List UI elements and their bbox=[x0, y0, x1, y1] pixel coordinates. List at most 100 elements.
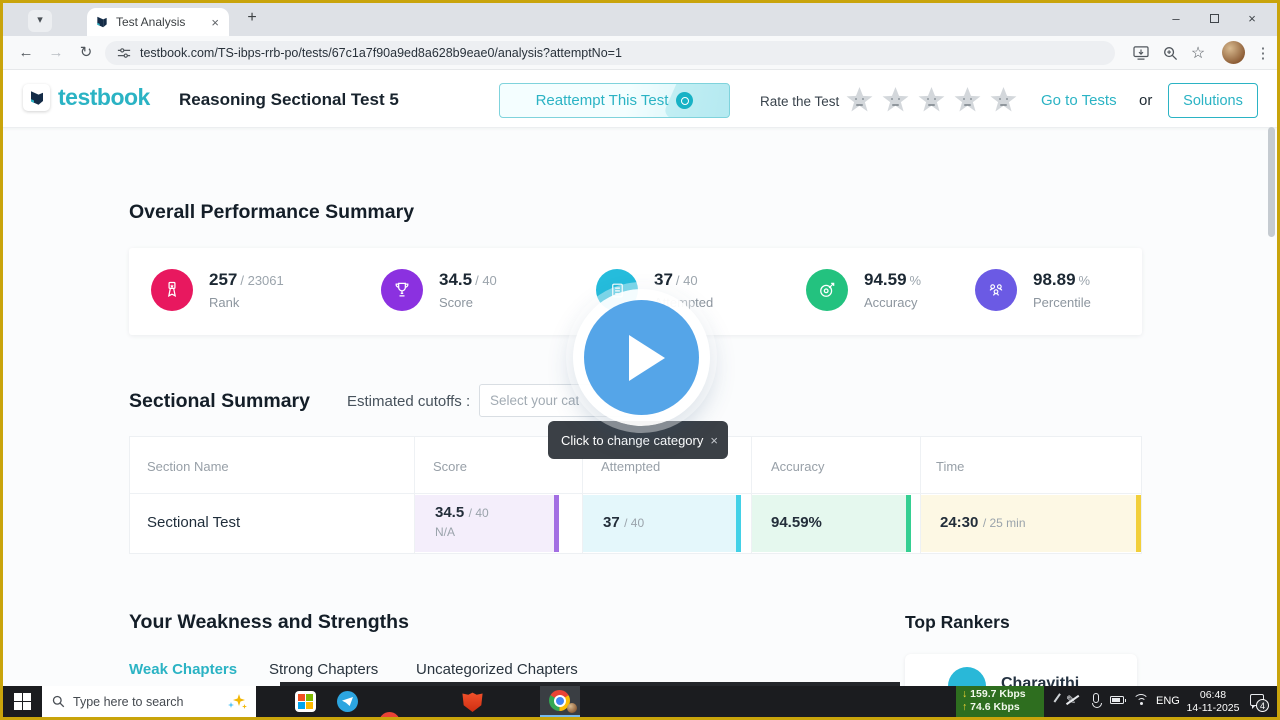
button-decoration bbox=[662, 84, 729, 117]
tab-weak-chapters[interactable]: Weak Chapters bbox=[129, 661, 237, 678]
url-text: testbook.com/TS-ibps-rrb-po/tests/67c1a7… bbox=[140, 46, 622, 60]
search-highlights-icon[interactable] bbox=[228, 694, 247, 709]
windows-taskbar: Type here to search ↓ 159.7 Kbps ↑ 74.6 … bbox=[3, 686, 1277, 717]
language-indicator[interactable]: ENG bbox=[1156, 695, 1180, 707]
profile-mini-avatar bbox=[567, 703, 577, 713]
microphone-icon[interactable] bbox=[1091, 693, 1102, 708]
trophy-icon bbox=[381, 269, 423, 311]
testbook-logo-icon bbox=[23, 84, 50, 111]
accuracy-value: 94.59 bbox=[864, 270, 907, 289]
rating-stars bbox=[846, 87, 1017, 113]
minimize-button[interactable]: – bbox=[1157, 5, 1195, 31]
start-button[interactable] bbox=[14, 693, 31, 710]
wifi-icon[interactable] bbox=[1133, 694, 1149, 707]
percentile-suffix: % bbox=[1078, 273, 1091, 288]
maximize-button[interactable] bbox=[1195, 5, 1233, 31]
forward-button[interactable]: → bbox=[43, 40, 69, 66]
col-header-score: Score bbox=[433, 459, 467, 474]
window-controls: – × bbox=[1157, 5, 1271, 31]
testbook-logo[interactable]: testbook bbox=[23, 84, 150, 111]
top-rankers-title: Top Rankers bbox=[905, 612, 1010, 632]
rank-value: 257 bbox=[209, 270, 238, 289]
target-icon bbox=[806, 269, 848, 311]
row-time: 24:30 bbox=[940, 514, 979, 531]
page-scrollbar[interactable] bbox=[1268, 127, 1275, 237]
browser-profile-avatar[interactable] bbox=[1222, 41, 1245, 64]
url-bar[interactable]: testbook.com/TS-ibps-rrb-po/tests/67c1a7… bbox=[105, 41, 1115, 65]
row-accuracy: 94.59% bbox=[771, 514, 822, 531]
star-rating-icon[interactable] bbox=[954, 87, 981, 112]
clock[interactable]: 06:48 14-11-2025 bbox=[1181, 689, 1245, 715]
microsoft-store-icon[interactable] bbox=[295, 691, 316, 712]
hidden-icons-caret[interactable] bbox=[1053, 693, 1061, 703]
chrome-icon[interactable] bbox=[379, 712, 400, 717]
star-rating-icon[interactable] bbox=[882, 87, 909, 112]
star-rating-icon[interactable] bbox=[990, 87, 1017, 112]
tooltip-text: Click to change category bbox=[561, 432, 704, 448]
tab-search-button[interactable]: ▾ bbox=[28, 10, 52, 32]
rate-test-label: Rate the Test bbox=[760, 94, 840, 109]
row-attempted: 37 bbox=[603, 514, 620, 531]
attempted-cell: 37 / 40 bbox=[583, 495, 741, 552]
reattempt-test-button[interactable]: Reattempt This Test bbox=[499, 83, 730, 118]
brave-icon[interactable] bbox=[462, 692, 483, 712]
stat-percentile: 98.89% Percentile bbox=[975, 269, 1091, 311]
site-settings-icon[interactable] bbox=[117, 46, 131, 60]
active-chrome-window[interactable] bbox=[540, 686, 580, 717]
tab-title: Test Analysis bbox=[116, 15, 186, 29]
pen-disabled-icon[interactable]: ✎ bbox=[1066, 693, 1076, 707]
col-header-accuracy: Accuracy bbox=[771, 459, 825, 474]
category-select-placeholder: Select your cat bbox=[490, 393, 580, 408]
overall-summary-title: Overall Performance Summary bbox=[129, 201, 415, 223]
notification-badge: 4 bbox=[1256, 699, 1269, 712]
tab-uncategorized-chapters[interactable]: Uncategorized Chapters bbox=[416, 661, 578, 678]
score-total: / 40 bbox=[475, 273, 497, 288]
net-upload: 74.6 Kbps bbox=[970, 701, 1020, 713]
new-tab-button[interactable]: + bbox=[241, 9, 263, 27]
tray-time: 06:48 bbox=[1199, 689, 1227, 701]
score-value: 34.5 bbox=[439, 270, 473, 289]
brand-wordmark: testbook bbox=[58, 84, 150, 110]
row-section-name[interactable]: Sectional Test bbox=[147, 514, 240, 531]
weakness-title: Your Weakness and Strengths bbox=[129, 611, 409, 633]
row-score: 34.5 bbox=[435, 504, 465, 521]
close-window-button[interactable]: × bbox=[1233, 5, 1271, 31]
back-button[interactable]: ← bbox=[13, 40, 39, 66]
row-score-sub: N/A bbox=[435, 525, 456, 539]
telegram-icon[interactable] bbox=[337, 691, 358, 712]
accuracy-suffix: % bbox=[909, 273, 922, 288]
solutions-button[interactable]: Solutions bbox=[1168, 83, 1258, 118]
upload-arrow-icon: ↑ bbox=[962, 701, 971, 713]
tooltip-close-icon[interactable]: × bbox=[710, 433, 718, 448]
star-rating-icon[interactable] bbox=[918, 87, 945, 112]
taskbar-search[interactable]: Type here to search bbox=[42, 686, 256, 717]
category-tooltip: Click to change category × bbox=[548, 421, 728, 459]
tab-close-icon[interactable]: × bbox=[209, 15, 221, 30]
browser-tab-strip: ▾ Test Analysis × + – × bbox=[3, 3, 1277, 36]
reload-button[interactable]: ↻ bbox=[73, 40, 99, 66]
star-rating-icon[interactable] bbox=[846, 87, 873, 112]
video-play-button[interactable] bbox=[573, 289, 710, 426]
rank-total: / 23061 bbox=[240, 273, 284, 288]
row-time-total: / 25 min bbox=[982, 516, 1026, 530]
tab-strong-chapters[interactable]: Strong Chapters bbox=[269, 661, 378, 678]
zoom-icon[interactable] bbox=[1158, 41, 1182, 65]
percentile-value: 98.89 bbox=[1033, 270, 1076, 289]
battery-icon[interactable] bbox=[1110, 696, 1126, 704]
network-speed-widget[interactable]: ↓ 159.7 Kbps ↑ 74.6 Kbps bbox=[956, 686, 1044, 717]
sectional-summary-title: Sectional Summary bbox=[129, 390, 310, 412]
install-icon[interactable] bbox=[1129, 41, 1153, 65]
download-arrow-icon: ↓ bbox=[962, 688, 971, 700]
maximize-icon bbox=[1209, 13, 1219, 23]
or-label: or bbox=[1139, 92, 1153, 109]
browser-toolbar: ← → ↻ testbook.com/TS-ibps-rrb-po/tests/… bbox=[3, 36, 1277, 70]
go-to-tests-link[interactable]: Go to Tests bbox=[1041, 92, 1117, 109]
bookmark-star-icon[interactable]: ☆ bbox=[1186, 41, 1210, 65]
site-header: testbook Reasoning Sectional Test 5 Reat… bbox=[3, 70, 1277, 128]
stat-rank: 257/ 23061 Rank bbox=[151, 269, 284, 311]
page-title: Reasoning Sectional Test 5 bbox=[179, 90, 399, 109]
browser-tab[interactable]: Test Analysis × bbox=[87, 8, 229, 36]
browser-menu-icon[interactable]: ⋮ bbox=[1251, 41, 1275, 65]
testbook-favicon bbox=[95, 15, 109, 29]
stat-score: 34.5/ 40 Score bbox=[381, 269, 497, 311]
